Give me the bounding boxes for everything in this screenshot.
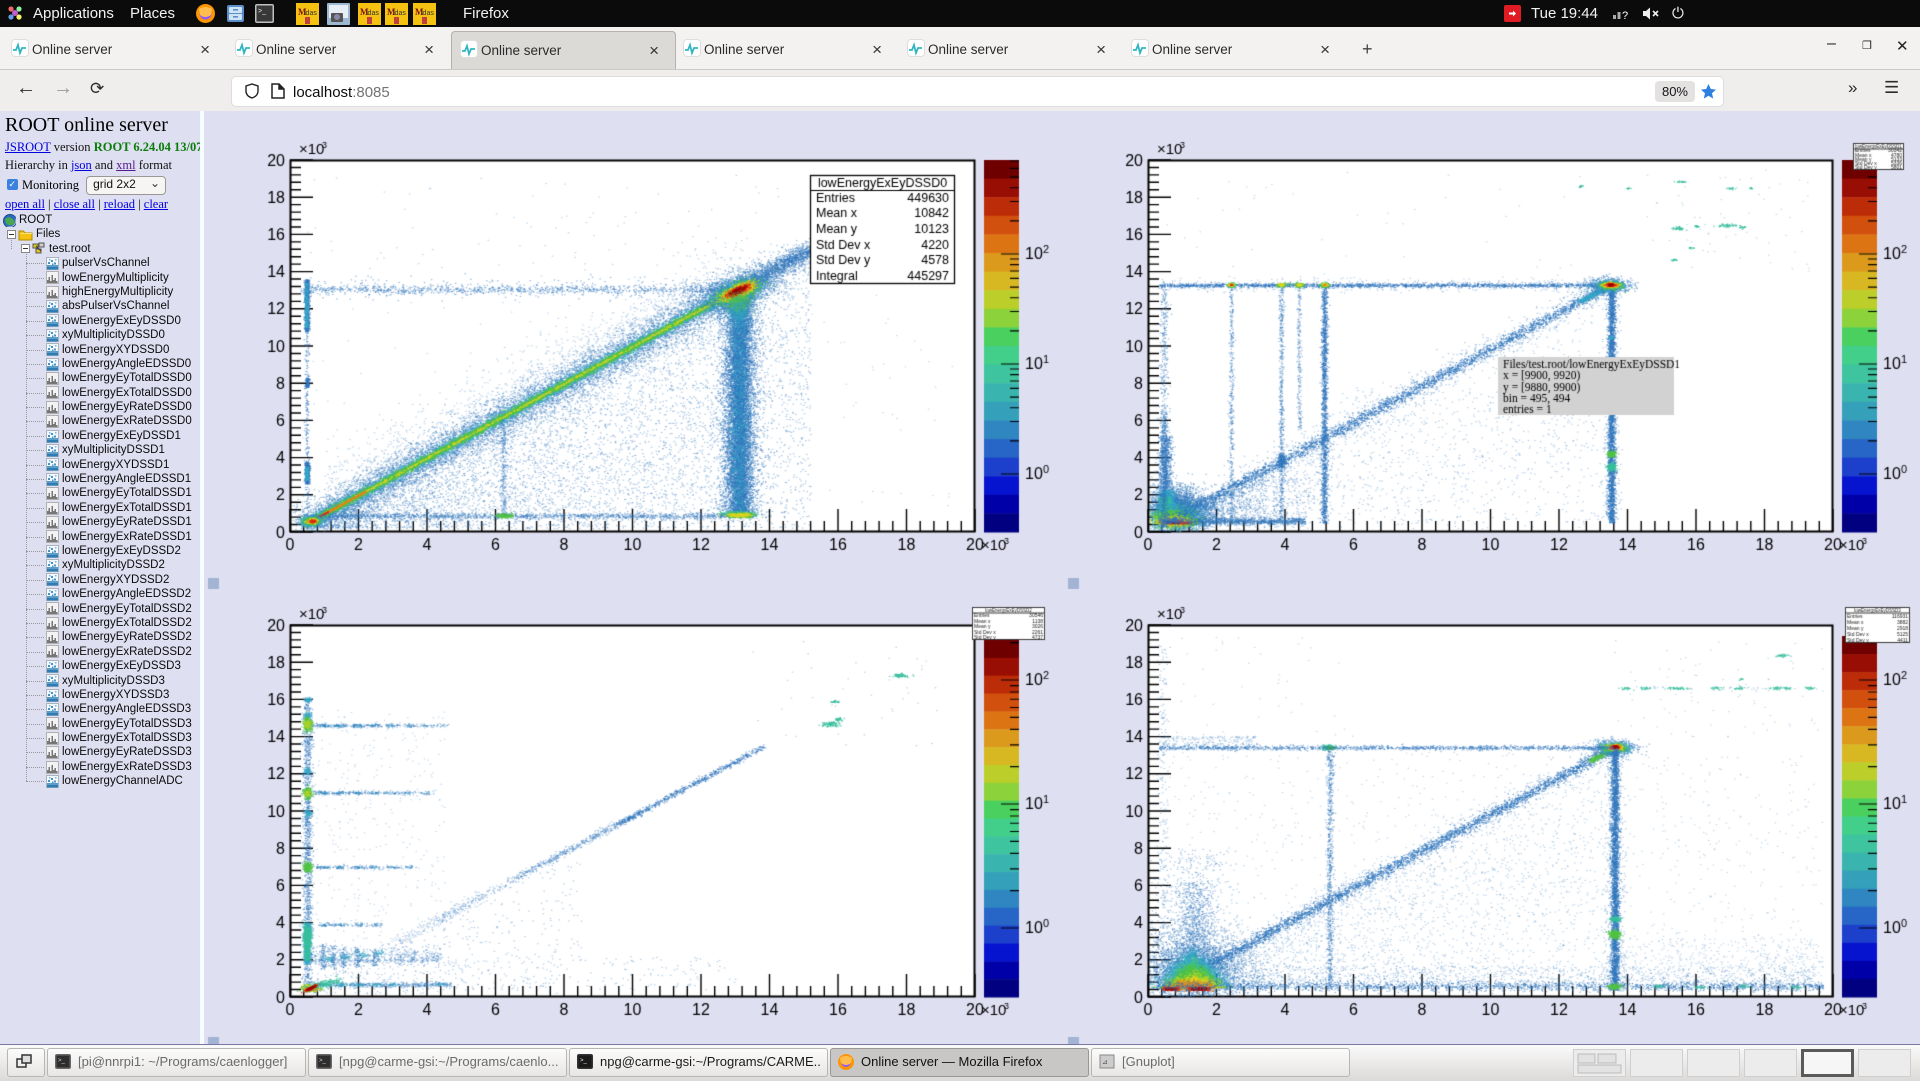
svg-text:>_: >_ <box>580 1058 588 1064</box>
svg-text:idas: idas <box>366 10 379 17</box>
svg-text:idas: idas <box>393 10 406 17</box>
svg-text:?: ? <box>1622 10 1628 21</box>
svg-text:>_: >_ <box>258 8 266 15</box>
svg-text:⊿: ⊿ <box>1102 1059 1108 1066</box>
svg-text:idas: idas <box>421 10 434 17</box>
svg-text:>_: >_ <box>58 1058 66 1064</box>
svg-text:>_: >_ <box>319 1058 327 1064</box>
svg-text:idas: idas <box>304 10 317 17</box>
